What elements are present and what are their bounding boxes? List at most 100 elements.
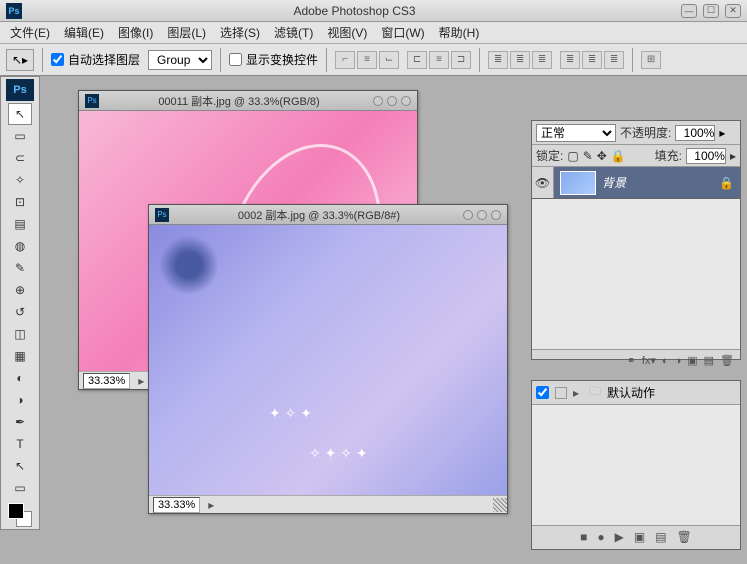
doc-close-icon[interactable] [401,96,411,106]
lock-position-icon[interactable]: ✥ [597,149,607,163]
stop-icon[interactable]: ■ [580,530,587,544]
dodge-tool[interactable]: ◑ [8,389,32,411]
distribute-left-icon[interactable]: ≣ [560,51,580,69]
lasso-tool[interactable]: ⊂ [8,147,32,169]
distribute-top-icon[interactable]: ≣ [488,51,508,69]
fill-input[interactable] [686,148,726,164]
crop-tool[interactable]: ⊡ [8,191,32,213]
maximize-button[interactable]: ☐ [703,4,719,18]
history-brush-tool[interactable]: ↺ [8,301,32,323]
doc-b-canvas[interactable]: ✦ ✧ ✦ ✧ ✦ ✧ ✦ [149,225,507,495]
doc-minimize-icon[interactable] [373,96,383,106]
layers-list[interactable] [532,199,740,349]
doc-a-zoom[interactable]: 33.33% [83,373,130,389]
layer-row-background[interactable]: 👁 背景 🔒 [532,167,740,199]
auto-select-target[interactable]: Group [148,50,212,70]
new-layer-icon[interactable]: ▤ [704,354,714,367]
align-left-icon[interactable]: ⊏ [407,51,427,69]
align-right-icon[interactable]: ⊐ [451,51,471,69]
current-tool-icon[interactable]: ↖▸ [6,49,34,71]
path-select-tool[interactable]: ↖ [8,455,32,477]
adjustment-layer-icon[interactable]: ◑ [675,355,682,367]
lock-transparent-icon[interactable]: ▢ [567,149,578,163]
menu-file[interactable]: 文件(E) [4,22,56,43]
menu-edit[interactable]: 编辑(E) [58,22,110,43]
ps-logo-icon: Ps [6,79,34,101]
lock-pixels-icon[interactable]: ✎ [583,149,593,163]
align-bottom-icon[interactable]: ⌙ [379,51,399,69]
blend-mode-select[interactable]: 正常 [536,124,616,142]
menu-image[interactable]: 图像(I) [112,22,159,43]
status-arrow-icon[interactable]: ▸ [134,374,148,388]
distribute-hcenter-icon[interactable]: ≣ [582,51,602,69]
layer-thumbnail[interactable] [560,171,596,195]
workspace: Ps 00011 副本.jpg @ 33.3%(RGB/8) 33.33% ▸ … [40,76,747,564]
play-icon[interactable]: ▶ [615,530,624,544]
expand-icon[interactable]: ▸ [573,386,583,400]
show-transform-checkbox[interactable]: 显示变换控件 [229,51,318,68]
brush-tool[interactable]: ✎ [8,257,32,279]
color-swatch[interactable] [8,503,32,527]
foreground-color[interactable] [8,503,24,519]
stamp-tool[interactable]: ⊕ [8,279,32,301]
layer-style-icon[interactable]: fx▾ [642,354,656,367]
new-action-icon[interactable]: ▤ [655,530,666,544]
doc-close-icon[interactable] [491,210,501,220]
menu-layer[interactable]: 图层(L) [161,22,212,43]
heal-tool[interactable]: ◍ [8,235,32,257]
resize-handle-icon[interactable] [493,498,507,512]
align-vcenter-icon[interactable]: ≡ [357,51,377,69]
move-tool[interactable]: ↖ [8,103,32,125]
status-arrow-icon[interactable]: ▸ [204,498,218,512]
link-layers-icon[interactable]: ⚭ [627,354,636,367]
auto-select-checkbox[interactable]: 自动选择图层 [51,51,140,68]
menu-filter[interactable]: 滤镜(T) [268,22,319,43]
visibility-toggle-icon[interactable]: 👁 [532,167,554,198]
dropdown-icon[interactable]: ▸ [719,126,725,140]
menu-window[interactable]: 窗口(W) [375,22,430,43]
marquee-tool[interactable]: ▭ [8,125,32,147]
doc-maximize-icon[interactable] [387,96,397,106]
actions-row[interactable]: ▸ 🗀 默认动作 [532,381,740,405]
new-set-icon[interactable]: ▣ [634,530,645,544]
lock-all-icon[interactable]: 🔒 [611,149,626,163]
doc-b-titlebar[interactable]: Ps 0002 副本.jpg @ 33.3%(RGB/8#) [149,205,507,225]
delete-layer-icon[interactable]: 🗑 [720,354,734,367]
eraser-tool[interactable]: ◫ [8,323,32,345]
wand-tool[interactable]: ✧ [8,169,32,191]
action-toggle-checkbox[interactable] [536,386,549,399]
record-icon[interactable]: ● [597,530,604,544]
layer-mask-icon[interactable]: ◐ [662,355,669,367]
actions-list[interactable] [532,405,740,525]
dropdown-icon[interactable]: ▸ [730,149,736,163]
doc-a-titlebar[interactable]: Ps 00011 副本.jpg @ 33.3%(RGB/8) [79,91,417,111]
blur-tool[interactable]: ◐ [8,367,32,389]
distribute-vcenter-icon[interactable]: ≣ [510,51,530,69]
options-bar: ↖▸ 自动选择图层 Group 显示变换控件 ⌐ ≡ ⌙ ⊏ ≡ ⊐ ≣ ≣ ≣… [0,44,747,76]
delete-action-icon[interactable]: 🗑 [677,530,692,544]
doc-b-zoom[interactable]: 33.33% [153,497,200,513]
menu-select[interactable]: 选择(S) [214,22,266,43]
menu-view[interactable]: 视图(V) [321,22,373,43]
auto-align-icon[interactable]: ⊞ [641,51,661,69]
doc-minimize-icon[interactable] [463,210,473,220]
doc-maximize-icon[interactable] [477,210,487,220]
pen-tool[interactable]: ✒ [8,411,32,433]
align-top-icon[interactable]: ⌐ [335,51,355,69]
gradient-tool[interactable]: ▦ [8,345,32,367]
type-tool[interactable]: T [8,433,32,455]
new-group-icon[interactable]: ▣ [687,354,697,367]
align-hcenter-icon[interactable]: ≡ [429,51,449,69]
document-window-b[interactable]: Ps 0002 副本.jpg @ 33.3%(RGB/8#) ✦ ✧ ✦ ✧ ✦… [148,204,508,514]
slice-tool[interactable]: ▤ [8,213,32,235]
menu-help[interactable]: 帮助(H) [433,22,486,43]
minimize-button[interactable]: — [681,4,697,18]
close-button[interactable]: ✕ [725,4,741,18]
action-dialog-toggle[interactable] [555,387,567,399]
distribute-right-icon[interactable]: ≣ [604,51,624,69]
opacity-label: 不透明度: [620,124,671,141]
shape-tool[interactable]: ▭ [8,477,32,499]
actions-panel: ▸ 🗀 默认动作 ■ ● ▶ ▣ ▤ 🗑 [531,380,741,550]
opacity-input[interactable] [675,125,715,141]
distribute-bottom-icon[interactable]: ≣ [532,51,552,69]
